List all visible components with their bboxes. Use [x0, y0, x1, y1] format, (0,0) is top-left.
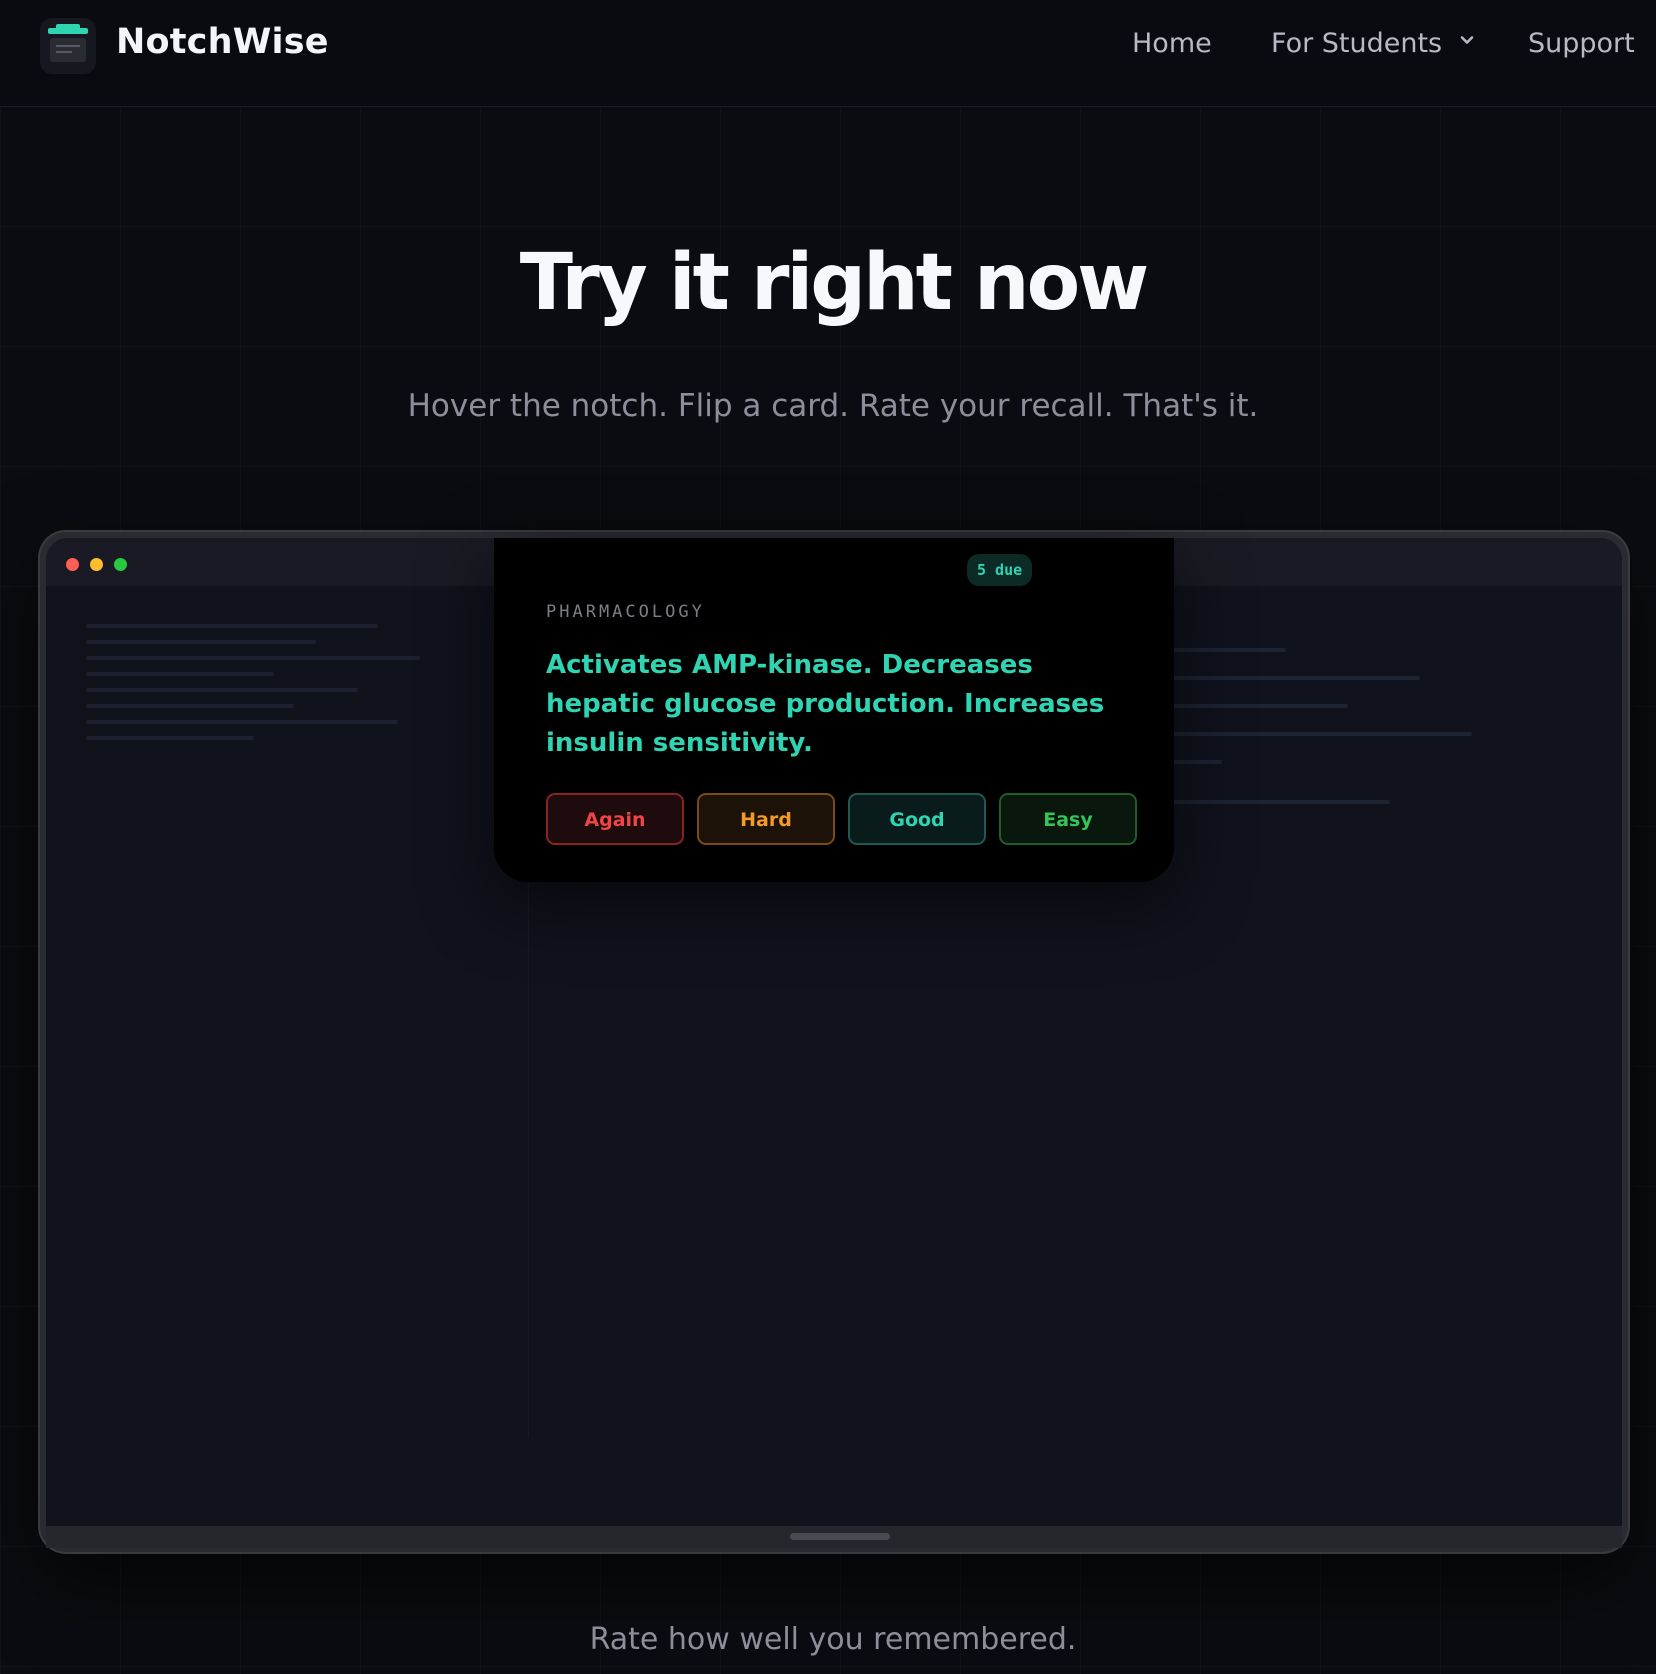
notch-flashcard[interactable]: 5 due PHARMACOLOGY Activates AMP-kinase.… — [494, 538, 1174, 882]
nav-link-support[interactable]: Support — [1528, 28, 1635, 59]
window-close-button[interactable] — [66, 558, 79, 571]
document-placeholder-line — [1166, 760, 1222, 764]
window-minimize-button[interactable] — [90, 558, 103, 571]
card-category: PHARMACOLOGY — [546, 602, 705, 622]
sidebar-placeholder-line — [86, 656, 420, 660]
home-indicator — [790, 1533, 890, 1540]
sidebar-placeholder-line — [86, 736, 254, 740]
top-nav: NotchWise Home For Students Support — [0, 0, 1656, 107]
pane-divider — [528, 878, 529, 1438]
brand-name[interactable]: NotchWise — [116, 22, 329, 62]
chevron-down-icon — [1460, 36, 1474, 44]
logo-screen-shape — [50, 38, 86, 62]
rating-caption: Rate how well you remembered. — [589, 1622, 1077, 1657]
rate-again-button[interactable]: Again — [546, 793, 684, 845]
nav-link-for-students[interactable]: For Students — [1271, 28, 1475, 59]
notchwise-logo-icon[interactable] — [40, 18, 96, 74]
document-placeholder-line — [1166, 800, 1390, 804]
rate-hard-button[interactable]: Hard — [697, 793, 835, 845]
laptop-bezel-bottom — [46, 1526, 1622, 1548]
card-answer-text: Activates AMP-kinase. Decreases hepatic … — [546, 650, 1105, 758]
page-title: Try it right now — [519, 238, 1149, 328]
document-placeholder-line — [1166, 648, 1286, 652]
due-count-badge: 5 due — [967, 554, 1033, 586]
document-placeholder-line — [1166, 704, 1348, 708]
nav-link-home[interactable]: Home — [1132, 28, 1212, 59]
window-maximize-button[interactable] — [114, 558, 127, 571]
sidebar-placeholder-line — [86, 720, 398, 724]
sidebar-placeholder-line — [86, 624, 378, 628]
sidebar-placeholder-line — [86, 640, 316, 644]
document-placeholder-line — [1166, 732, 1472, 736]
document-placeholder-line — [1166, 676, 1420, 680]
rate-easy-button[interactable]: Easy — [999, 793, 1137, 845]
sidebar-placeholder-line — [86, 672, 274, 676]
rate-good-button[interactable]: Good — [848, 793, 986, 845]
sidebar-placeholder-line — [86, 704, 294, 708]
logo-notch-shape — [48, 24, 88, 34]
hero-subtitle: Hover the notch. Flip a card. Rate your … — [407, 388, 1259, 424]
sidebar-placeholder-line — [86, 688, 358, 692]
nav-link-for-students-label: For Students — [1271, 28, 1443, 59]
